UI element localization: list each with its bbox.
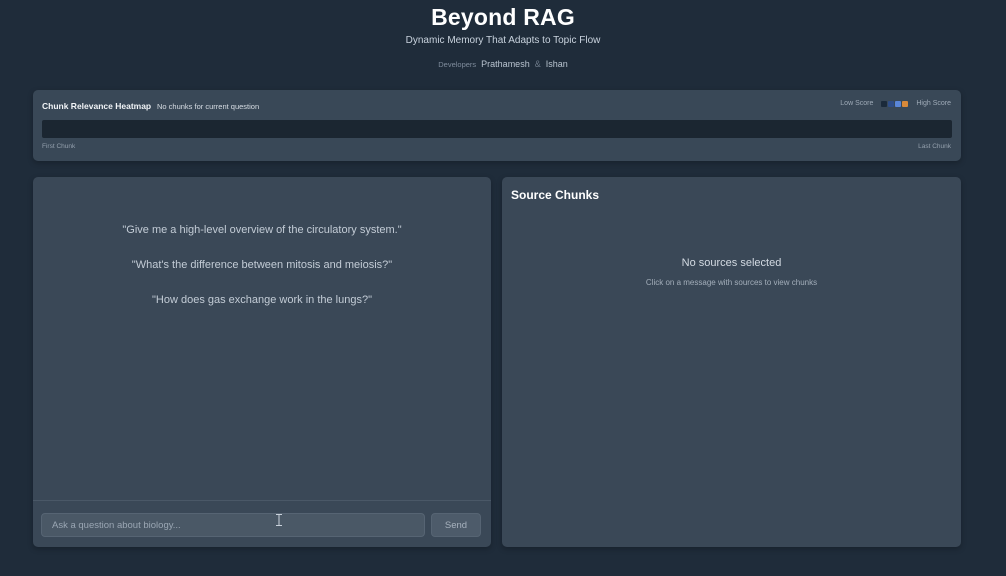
developer-name-1[interactable]: Prathamesh [481, 59, 530, 69]
suggestion-prompt-2[interactable]: "What's the difference between mitosis a… [33, 259, 491, 271]
developer-separator: & [534, 59, 541, 69]
question-input[interactable] [41, 513, 425, 537]
heatmap-legend: Low Score High Score [840, 100, 951, 107]
heatmap-title: Chunk Relevance Heatmap [42, 101, 152, 111]
suggestion-prompt-3[interactable]: "How does gas exchange work in the lungs… [33, 294, 491, 306]
chat-panel: "Give me a high-level overview of the ci… [33, 177, 491, 547]
page-subtitle: Dynamic Memory That Adapts to Topic Flow [405, 35, 601, 46]
source-chunks-title: Source Chunks [511, 188, 600, 202]
chat-input-divider [33, 500, 491, 501]
suggestion-prompt-1[interactable]: "Give me a high-level overview of the ci… [33, 224, 491, 236]
developers-credit: Developers Prathamesh & Ishan [0, 59, 1006, 69]
source-chunks-panel: Source Chunks No sources selected Click … [502, 177, 961, 547]
developer-name-2[interactable]: Ishan [546, 59, 568, 69]
last-chunk-label: Last Chunk [918, 143, 951, 150]
legend-swatch-3 [895, 100, 902, 107]
legend-high-label: High Score [916, 100, 951, 107]
no-sources-message: No sources selected [681, 257, 782, 269]
heatmap-status: No chunks for current question [157, 102, 260, 111]
no-sources-hint: Click on a message with sources to view … [645, 278, 818, 287]
legend-low-label: Low Score [840, 100, 874, 107]
page-title: Beyond RAG [431, 4, 575, 30]
app-page: Beyond RAG Dynamic Memory That Adapts to… [0, 0, 1006, 576]
first-chunk-label: First Chunk [42, 143, 76, 150]
text-cursor-icon [276, 514, 282, 526]
legend-swatch-1 [881, 100, 888, 107]
send-button[interactable]: Send [431, 513, 481, 537]
legend-swatches [881, 100, 909, 107]
chunk-relevance-heatmap-panel: Chunk Relevance Heatmap No chunks for cu… [33, 90, 961, 161]
developers-label: Developers [438, 59, 477, 69]
legend-swatch-2 [888, 100, 895, 107]
heatmap-bar [42, 120, 952, 138]
legend-swatch-4 [902, 100, 909, 107]
